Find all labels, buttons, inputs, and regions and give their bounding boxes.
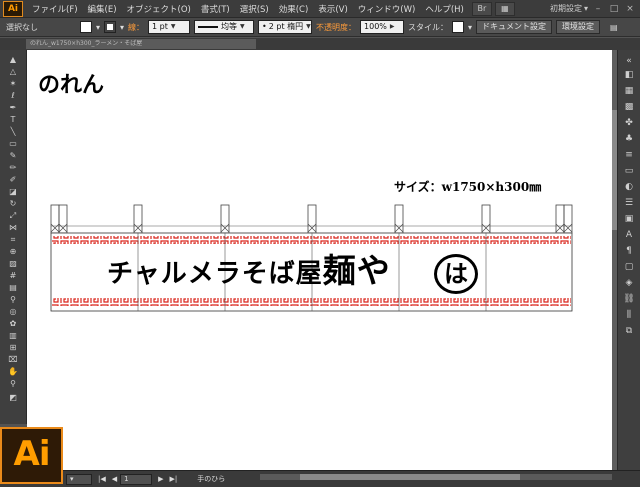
- artboard-number: 1: [124, 474, 129, 483]
- shop-name-text: チャルメラそば屋: [107, 259, 323, 289]
- illustrator-logo: Ai: [0, 427, 63, 484]
- noren-artwork: [50, 204, 573, 312]
- zoom-select[interactable]: ▾: [66, 473, 92, 485]
- shop-name-big-text: 麺や: [322, 251, 391, 290]
- artboard-number-field[interactable]: 1: [120, 473, 153, 485]
- horizontal-scrollbar[interactable]: [260, 474, 612, 480]
- prev-artboard-icon[interactable]: ◀: [112, 475, 117, 483]
- last-artboard-icon[interactable]: ▶|: [170, 475, 178, 483]
- first-artboard-icon[interactable]: |◀: [98, 475, 106, 483]
- noren-main-text: チャルメラそば屋麺や: [107, 254, 391, 289]
- circle-logo: は: [434, 254, 478, 294]
- loop-markers: [50, 223, 573, 233]
- bottom-meander-border: [52, 298, 571, 306]
- horizontal-scroll-thumb[interactable]: [300, 474, 520, 480]
- top-meander-border: [52, 236, 571, 244]
- current-tool-label: 手のひら: [197, 475, 226, 483]
- next-artboard-icon[interactable]: ▶: [158, 475, 163, 483]
